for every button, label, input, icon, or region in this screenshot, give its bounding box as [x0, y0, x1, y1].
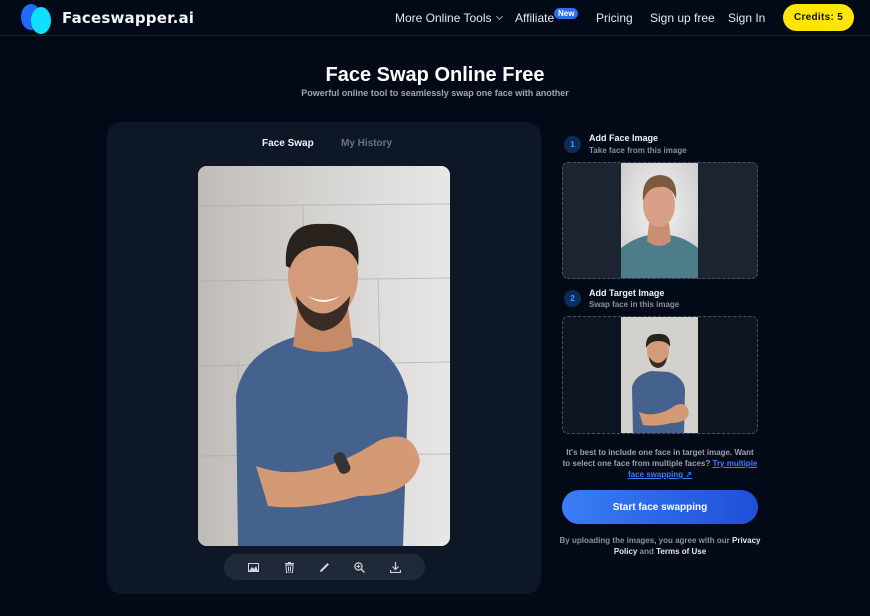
terms-text: By uploading the images, you agree with … [558, 535, 762, 557]
terms-and: and [639, 547, 654, 556]
nav-pricing[interactable]: Pricing [596, 11, 633, 25]
target-image-dropzone[interactable] [562, 316, 758, 434]
brand-name[interactable]: Faceswapper.ai [62, 9, 194, 27]
result-image [198, 166, 450, 546]
step-1-subtitle: Take face from this image [589, 146, 687, 155]
face-image-dropzone[interactable] [562, 162, 758, 279]
chevron-down-icon [495, 12, 503, 21]
step-1-title: Add Face Image [589, 133, 659, 143]
new-badge: New [554, 8, 579, 19]
tab-face-swap[interactable]: Face Swap [262, 138, 314, 149]
pencil-icon[interactable] [316, 559, 332, 575]
hint-text: It's best to include one face in target … [562, 447, 758, 480]
nav-signin[interactable]: Sign In [728, 11, 765, 25]
download-icon[interactable] [387, 559, 403, 575]
credits-button[interactable]: Credits: 5 [783, 4, 854, 31]
image-toolbar [224, 554, 425, 580]
terms-prefix: By uploading the images, you agree with … [559, 536, 730, 545]
step-2-subtitle: Swap face in this image [589, 300, 680, 309]
nav-more-tools[interactable]: More Online Tools [395, 11, 503, 25]
page-subtitle: Powerful online tool to seamlessly swap … [301, 88, 569, 98]
target-image-thumbnail [621, 317, 698, 433]
nav-affiliate[interactable]: Affiliate [515, 11, 554, 25]
image-icon[interactable] [246, 559, 262, 575]
zoom-in-icon[interactable] [352, 559, 368, 575]
nav-signup[interactable]: Sign up free [650, 11, 715, 25]
face-image-thumbnail [621, 163, 698, 278]
logo-icon[interactable] [21, 4, 55, 34]
tab-my-history[interactable]: My History [341, 138, 392, 149]
step-2-number: 2 [564, 290, 581, 307]
start-face-swapping-button[interactable]: Start face swapping [562, 490, 758, 524]
step-1-number: 1 [564, 136, 581, 153]
page-title: Face Swap Online Free [325, 64, 545, 86]
trash-icon[interactable] [281, 559, 297, 575]
top-nav: Faceswapper.ai More Online Tools Affilia… [0, 0, 870, 36]
step-2-title: Add Target Image [589, 288, 665, 298]
nav-more-tools-label: More Online Tools [395, 11, 492, 25]
terms-of-use-link[interactable]: Terms of Use [656, 547, 706, 556]
